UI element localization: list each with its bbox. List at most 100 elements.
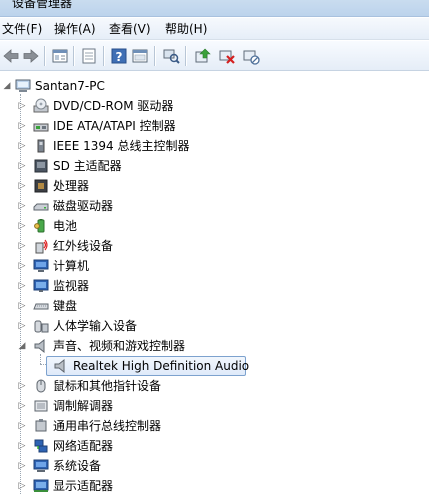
title-bar[interactable]: 设备管理器 (0, 0, 429, 17)
tree-item-sd[interactable]: ▷ SD 主适配器 (0, 156, 429, 176)
forward-icon[interactable] (22, 47, 40, 65)
back-icon[interactable] (2, 47, 20, 65)
infrared-icon (33, 238, 49, 254)
expand-arrow-icon[interactable]: ▷ (17, 201, 27, 211)
show-hidden-icon[interactable] (131, 47, 149, 65)
processor-icon (33, 178, 49, 194)
expand-arrow-icon[interactable]: ▷ (17, 161, 27, 171)
network-adapter-icon (33, 438, 49, 454)
expand-arrow-icon[interactable]: ▷ (17, 421, 27, 431)
toolbar-separator (185, 46, 186, 66)
tree-item-processor[interactable]: ▷ 处理器 (0, 176, 429, 196)
sd-adapter-icon (33, 158, 49, 174)
scan-hardware-icon[interactable] (162, 47, 180, 65)
expand-arrow-icon[interactable]: ▷ (17, 481, 27, 491)
tree-item-label: Realtek High Definition Audio (73, 359, 250, 373)
display-adapter-icon (33, 478, 49, 494)
tree-item-label: 网络适配器 (53, 439, 114, 453)
svg-text:?: ? (116, 50, 123, 64)
tree-item-modem[interactable]: ▷ 调制解调器 (0, 396, 429, 416)
expand-arrow-icon[interactable]: ▷ (17, 101, 27, 111)
tree-item-mouse[interactable]: ▷ 鼠标和其他指针设备 (0, 376, 429, 396)
tree-item-label: SD 主适配器 (53, 159, 122, 173)
expand-arrow-icon[interactable]: ▷ (17, 281, 27, 291)
expand-arrow-icon[interactable]: ▷ (17, 301, 27, 311)
update-driver-icon[interactable] (194, 47, 212, 65)
hid-icon (33, 318, 49, 334)
tree-item-label: DVD/CD-ROM 驱动器 (53, 99, 174, 113)
modem-icon (33, 398, 49, 414)
menu-help[interactable]: 帮助(H) (163, 22, 209, 36)
tree-item-hid[interactable]: ▷ 人体学输入设备 (0, 316, 429, 336)
tree-item-label: 处理器 (53, 179, 90, 193)
expand-arrow-icon[interactable]: ▷ (17, 181, 27, 191)
tree-item-label: 鼠标和其他指针设备 (53, 379, 162, 393)
tree-item-disk[interactable]: ▷ 磁盘驱动器 (0, 196, 429, 216)
tree-item-label: 监视器 (53, 279, 90, 293)
tree-item-label: 系统设备 (53, 459, 102, 473)
collapse-arrow-icon[interactable]: ◢ (17, 341, 27, 351)
expand-arrow-icon[interactable]: ▷ (17, 221, 27, 231)
tree-item-label: 显示适配器 (53, 479, 114, 493)
tree-item-label: IEEE 1394 总线主控制器 (53, 139, 190, 153)
device-tree: ◢ Santan7-PC ▷ DVD/CD-ROM 驱动器 ▷ IDE ATA/… (0, 72, 429, 499)
usb-icon (33, 418, 49, 434)
toolbar-separator (154, 46, 155, 66)
tree-item-ide[interactable]: ▷ IDE ATA/ATAPI 控制器 (0, 116, 429, 136)
help-icon[interactable]: ? (110, 47, 128, 65)
tree-item-system[interactable]: ▷ 系统设备 (0, 456, 429, 476)
toolbar-separator (44, 46, 45, 66)
tree-item-label: 红外线设备 (53, 239, 114, 253)
tree-item-usb[interactable]: ▷ 通用串行总线控制器 (0, 416, 429, 436)
tree-item-battery[interactable]: ▷ 电池 (0, 216, 429, 236)
uninstall-icon[interactable] (218, 47, 236, 65)
dvd-drive-icon (33, 98, 49, 114)
tree-item-network[interactable]: ▷ 网络适配器 (0, 436, 429, 456)
toolbar: ? (0, 41, 429, 71)
expand-arrow-icon[interactable]: ▷ (17, 141, 27, 151)
system-device-icon (33, 458, 49, 474)
show-hide-icon[interactable] (80, 47, 98, 65)
tree-item-sound[interactable]: ◢ 声音、视频和游戏控制器 (0, 336, 429, 356)
mouse-icon (33, 378, 49, 394)
device-manager-window: 设备管理器 文件(F) 操作(A) 查看(V) 帮助(H) ? ◢ Santan… (0, 0, 429, 499)
computer-icon (33, 258, 49, 274)
expand-arrow-icon[interactable]: ▷ (17, 401, 27, 411)
window-title: 设备管理器 (12, 0, 73, 10)
tree-item-label: 调制解调器 (53, 399, 114, 413)
monitor-icon (33, 278, 49, 294)
ieee1394-icon (33, 138, 49, 154)
tree-item-realtek-audio[interactable]: Realtek High Definition Audio (0, 356, 429, 376)
tree-item-dvd[interactable]: ▷ DVD/CD-ROM 驱动器 (0, 96, 429, 116)
tree-item-label: 键盘 (53, 299, 78, 313)
tree-item-label: 声音、视频和游戏控制器 (53, 339, 186, 353)
tree-item-infrared[interactable]: ▷ 红外线设备 (0, 236, 429, 256)
tree-root-label: Santan7-PC (35, 79, 105, 93)
expand-arrow-icon[interactable]: ▷ (17, 241, 27, 251)
toolbar-separator (73, 46, 74, 66)
expand-arrow-icon[interactable]: ▷ (17, 321, 27, 331)
properties-icon[interactable] (51, 47, 69, 65)
disable-icon[interactable] (242, 47, 260, 65)
tree-item-ieee1394[interactable]: ▷ IEEE 1394 总线主控制器 (0, 136, 429, 156)
keyboard-icon (33, 298, 49, 314)
tree-item-label: IDE ATA/ATAPI 控制器 (53, 119, 176, 133)
expand-arrow-icon[interactable]: ▷ (17, 121, 27, 131)
ide-controller-icon (33, 118, 49, 134)
tree-root[interactable]: ◢ Santan7-PC (0, 76, 429, 96)
tree-item-label: 电池 (53, 219, 78, 233)
disk-drive-icon (33, 198, 49, 214)
menu-action[interactable]: 操作(A) (52, 22, 98, 36)
collapse-arrow-icon[interactable]: ◢ (2, 81, 12, 91)
tree-item-display[interactable]: ▷ 显示适配器 (0, 476, 429, 496)
menu-view[interactable]: 查看(V) (107, 22, 153, 36)
expand-arrow-icon[interactable]: ▷ (17, 261, 27, 271)
tree-item-keyboard[interactable]: ▷ 键盘 (0, 296, 429, 316)
tree-item-computer[interactable]: ▷ 计算机 (0, 256, 429, 276)
expand-arrow-icon[interactable]: ▷ (17, 461, 27, 471)
toolbar-separator (103, 46, 104, 66)
tree-item-monitor[interactable]: ▷ 监视器 (0, 276, 429, 296)
expand-arrow-icon[interactable]: ▷ (17, 441, 27, 451)
menu-file[interactable]: 文件(F) (0, 22, 44, 36)
expand-arrow-icon[interactable]: ▷ (17, 381, 27, 391)
